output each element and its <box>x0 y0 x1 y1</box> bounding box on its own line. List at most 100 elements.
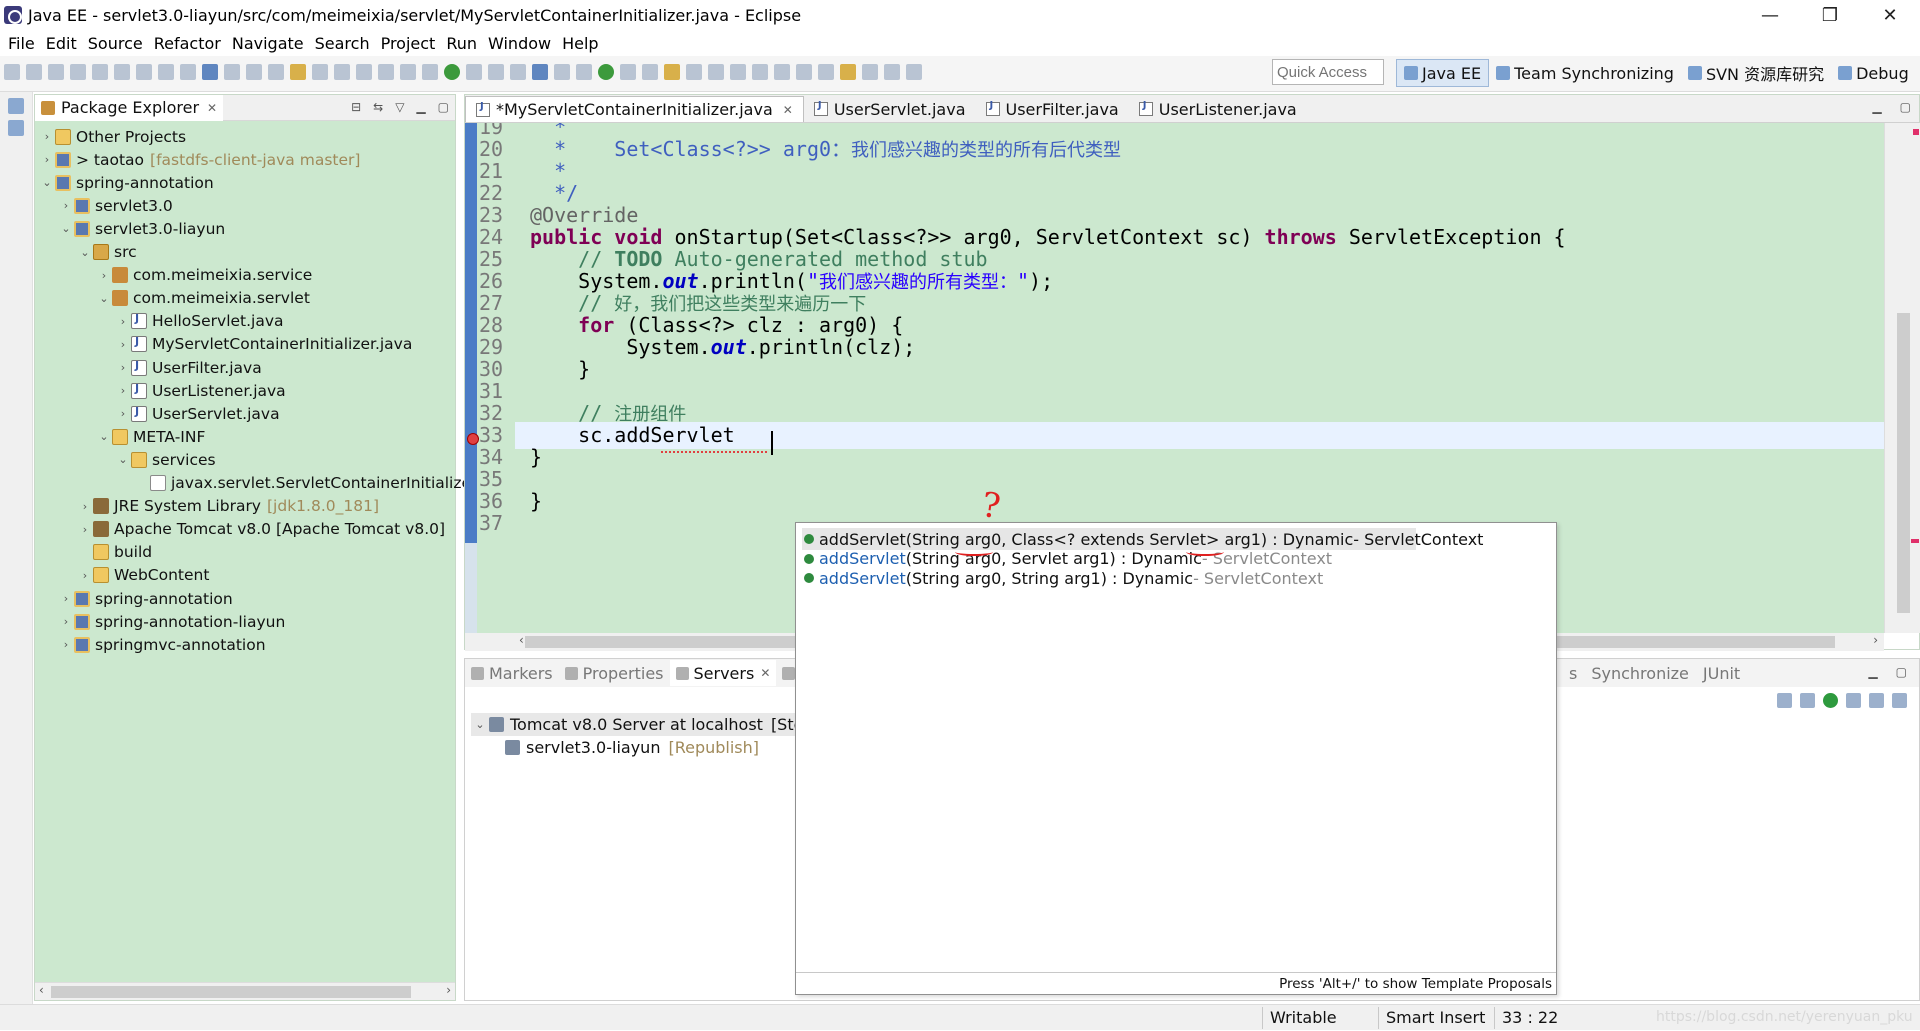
chevron-down-icon[interactable]: ⌄ <box>39 176 55 189</box>
menu-navigate[interactable]: Navigate <box>232 34 304 53</box>
view-menu-icon[interactable]: ▽ <box>395 100 404 114</box>
tab-properties[interactable]: Properties <box>559 660 670 686</box>
tree-item[interactable]: › UserFilter.java <box>35 356 262 379</box>
link-editor-icon[interactable]: ⇆ <box>373 100 383 114</box>
perspective-team-sync[interactable]: Team Synchronizing <box>1489 59 1681 87</box>
code-line[interactable]: } <box>530 488 542 515</box>
code-line[interactable]: * Set<Class<?>> arg0：我们感兴趣的类型的所有后代类型 <box>530 136 1121 163</box>
tree-item[interactable]: › MyServletContainerInitializer.java <box>35 333 413 356</box>
toolbar-tool-icon[interactable] <box>708 64 724 80</box>
menu-edit[interactable]: Edit <box>46 34 77 53</box>
maximize-view-icon[interactable]: ▢ <box>438 100 449 114</box>
tree-item[interactable]: › spring-annotation <box>35 587 233 610</box>
toolbar-tool-icon[interactable] <box>510 64 526 80</box>
tree-item[interactable]: › UserServlet.java <box>35 402 280 425</box>
outline-view-icon[interactable] <box>8 120 24 136</box>
toolbar-tool-icon[interactable] <box>466 64 482 80</box>
toolbar-tool-icon[interactable] <box>400 64 416 80</box>
tree-item[interactable]: › UserListener.java <box>35 379 286 402</box>
close-icon[interactable]: ✕ <box>760 666 770 680</box>
toolbar-tool-icon[interactable] <box>26 64 42 80</box>
toolbar-tool-icon[interactable] <box>378 64 394 80</box>
tree-item[interactable]: › JRE System Library [jdk1.8.0_181] <box>35 495 379 518</box>
toolbar-tool-icon[interactable] <box>774 64 790 80</box>
toolbar-tool-icon[interactable] <box>818 64 834 80</box>
tree-item[interactable]: › spring-annotation-liayun <box>35 610 285 633</box>
toolbar-tool-icon[interactable] <box>246 64 262 80</box>
menu-window[interactable]: Window <box>488 34 551 53</box>
toolbar-tool-icon[interactable] <box>334 64 350 80</box>
toolbar-tool-icon[interactable] <box>730 64 746 80</box>
restore-view-icon[interactable] <box>8 98 24 114</box>
menu-file[interactable]: File <box>8 34 35 53</box>
horizontal-scrollbar[interactable]: ‹ › <box>35 982 455 1000</box>
tab-servers[interactable]: Servers ✕ <box>669 660 777 686</box>
toolbar-tool-icon[interactable] <box>70 64 86 80</box>
menu-project[interactable]: Project <box>381 34 436 53</box>
toolbar-tool-icon[interactable] <box>312 64 328 80</box>
tree-item[interactable]: › Other Projects <box>35 125 186 148</box>
tree-item[interactable]: › HelloServlet.java <box>35 310 284 333</box>
tree-item[interactable]: › > taotao [fastdfs-client-java master] <box>35 148 361 171</box>
toolbar-tool-icon[interactable] <box>92 64 108 80</box>
minimize-editor-icon[interactable]: ▁ <box>1872 100 1881 114</box>
toolbar-tool-icon[interactable] <box>686 64 702 80</box>
menu-source[interactable]: Source <box>88 34 143 53</box>
tree-item[interactable]: javax.servlet.ServletContainerInitialize… <box>35 472 477 495</box>
toolbar-tool-icon[interactable] <box>202 64 218 80</box>
tree-item[interactable]: › servlet3.0 <box>35 194 173 217</box>
chevron-right-icon[interactable]: › <box>77 569 93 582</box>
chevron-right-icon[interactable]: › <box>58 199 74 212</box>
maximize-panel-icon[interactable]: ▢ <box>1896 665 1907 679</box>
chevron-right-icon[interactable]: › <box>39 153 55 166</box>
chevron-down-icon[interactable]: ⌄ <box>115 453 131 466</box>
scrollbar-thumb[interactable] <box>1897 313 1910 613</box>
minimize-view-icon[interactable]: ▁ <box>416 100 425 114</box>
menu-refactor[interactable]: Refactor <box>154 34 221 53</box>
menu-help[interactable]: Help <box>562 34 598 53</box>
chevron-down-icon[interactable]: ⌄ <box>96 292 112 305</box>
tab-userfilter[interactable]: UserFilter.java <box>976 96 1129 122</box>
tree-item[interactable]: ⌄ spring-annotation <box>35 171 213 194</box>
tree-item[interactable]: ⌄ com.meimeixia.servlet <box>35 287 310 310</box>
code-line[interactable]: } <box>530 444 542 471</box>
tree-item[interactable]: › com.meimeixia.service <box>35 264 313 287</box>
close-icon[interactable]: ✕ <box>783 103 793 117</box>
toolbar-tool-icon[interactable] <box>224 64 240 80</box>
scroll-right-icon[interactable]: › <box>1873 633 1878 647</box>
chevron-right-icon[interactable]: › <box>58 592 74 605</box>
publish-icon[interactable] <box>1892 693 1907 708</box>
toolbar-tool-icon[interactable] <box>906 64 922 80</box>
stop-server-icon[interactable] <box>1869 693 1884 708</box>
tree-item[interactable]: › WebContent <box>35 564 210 587</box>
chevron-right-icon[interactable]: › <box>115 361 131 374</box>
code-line[interactable]: sc.addServlet <box>515 422 1884 449</box>
chevron-right-icon[interactable]: › <box>115 407 131 420</box>
start-server-icon[interactable] <box>1823 693 1838 708</box>
chevron-right-icon[interactable]: › <box>115 384 131 397</box>
toolbar-tool-icon[interactable] <box>752 64 768 80</box>
tree-item[interactable]: ⌄ src <box>35 241 136 264</box>
menu-run[interactable]: Run <box>446 34 477 53</box>
toolbar-tool-icon[interactable] <box>422 64 438 80</box>
toolbar-tool-icon[interactable] <box>620 64 636 80</box>
tab-synchronize[interactable]: Synchronize <box>1591 664 1689 683</box>
toolbar-tool-icon[interactable] <box>796 64 812 80</box>
vertical-scrollbar[interactable] <box>1884 123 1920 633</box>
scroll-right-icon[interactable]: › <box>446 983 451 997</box>
tree-item[interactable]: ⌄ services <box>35 448 215 471</box>
code-line[interactable]: } <box>530 356 590 383</box>
tree-item[interactable]: ⌄ META-INF <box>35 425 205 448</box>
toolbar-tool-icon[interactable] <box>4 64 20 80</box>
chevron-down-icon[interactable]: ⌄ <box>58 222 74 235</box>
tree-item[interactable]: › springmvc-annotation <box>35 633 266 656</box>
perspective-svn[interactable]: SVN 资源库研究 <box>1681 59 1831 87</box>
completion-proposal[interactable]: addServlet (String arg0, String arg1) : D… <box>802 567 1542 589</box>
close-icon[interactable]: ✕ <box>207 101 217 115</box>
chevron-right-icon[interactable]: › <box>115 315 131 328</box>
maximize-editor-icon[interactable]: ▢ <box>1900 100 1911 114</box>
overview-error-marker[interactable] <box>1913 129 1919 135</box>
toolbar-tool-icon[interactable] <box>598 64 614 80</box>
toolbar-tool-icon[interactable] <box>642 64 658 80</box>
tree-item[interactable]: › Apache Tomcat v8.0 [Apache Tomcat v8.0] <box>35 518 445 541</box>
